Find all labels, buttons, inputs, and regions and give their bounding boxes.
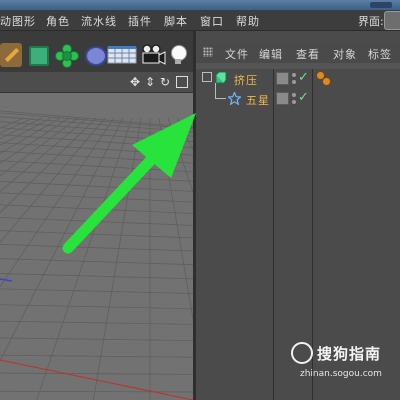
annotation-arrow	[62, 113, 196, 254]
watermark-text: 搜狗指南	[317, 345, 382, 363]
watermark-domain: zhinan.sogou.com	[300, 369, 382, 379]
sogou-logo-icon	[291, 342, 313, 364]
